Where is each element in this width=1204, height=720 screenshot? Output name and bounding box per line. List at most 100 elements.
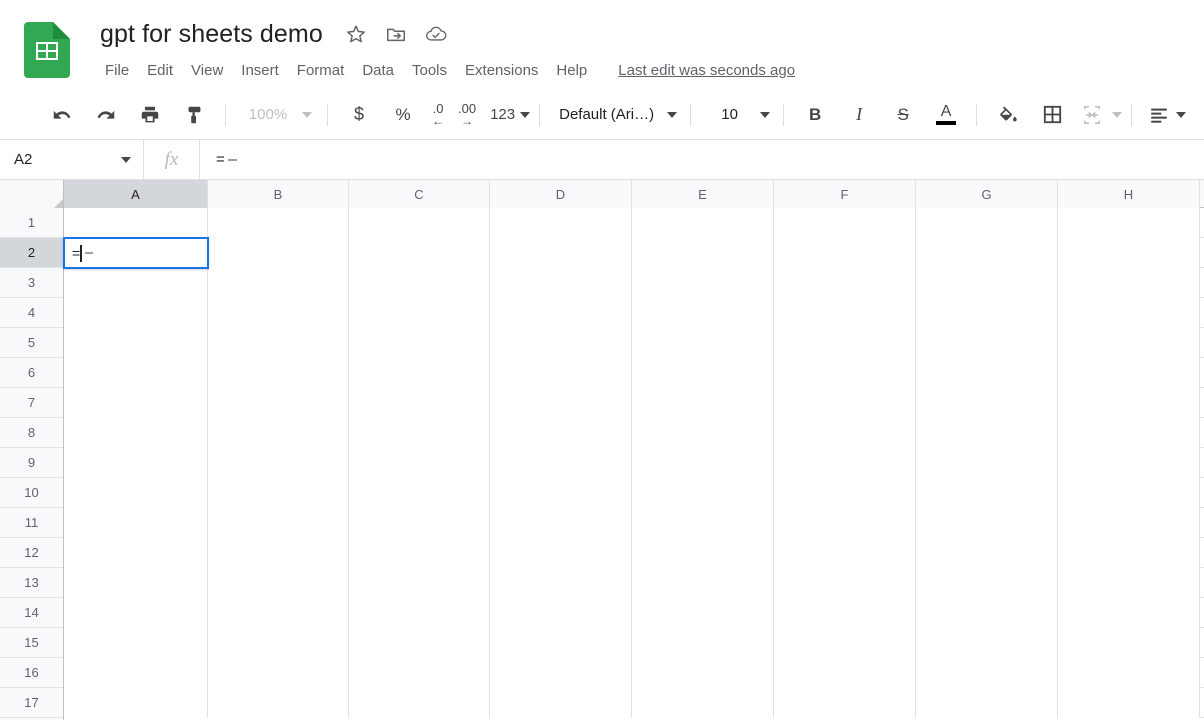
cell-F17[interactable] bbox=[774, 688, 916, 718]
cell-D16[interactable] bbox=[490, 658, 632, 688]
cell-H15[interactable] bbox=[1058, 628, 1200, 658]
cell-E4[interactable] bbox=[632, 298, 774, 328]
cell-C16[interactable] bbox=[349, 658, 490, 688]
column-header-a[interactable]: A bbox=[64, 180, 208, 208]
cell-B12[interactable] bbox=[208, 538, 349, 568]
cell-A12[interactable] bbox=[64, 538, 208, 568]
cell-B6[interactable] bbox=[208, 358, 349, 388]
cell-D10[interactable] bbox=[490, 478, 632, 508]
cell-G12[interactable] bbox=[916, 538, 1058, 568]
format-currency-button[interactable]: $ bbox=[344, 100, 374, 130]
row-header-16[interactable]: 16 bbox=[0, 658, 63, 688]
cell-C9[interactable] bbox=[349, 448, 490, 478]
cell-F8[interactable] bbox=[774, 418, 916, 448]
row-header-10[interactable]: 10 bbox=[0, 478, 63, 508]
menu-item-view[interactable]: View bbox=[182, 59, 232, 83]
cell-C13[interactable] bbox=[349, 568, 490, 598]
cell-G1[interactable] bbox=[916, 208, 1058, 238]
column-header-h[interactable]: H bbox=[1058, 180, 1200, 208]
cell-B17[interactable] bbox=[208, 688, 349, 718]
row-header-3[interactable]: 3 bbox=[0, 268, 63, 298]
cell-A4[interactable] bbox=[64, 298, 208, 328]
menu-item-file[interactable]: File bbox=[100, 59, 138, 83]
row-header-13[interactable]: 13 bbox=[0, 568, 63, 598]
cell-A11[interactable] bbox=[64, 508, 208, 538]
column-header-c[interactable]: C bbox=[349, 180, 490, 208]
cell-E13[interactable] bbox=[632, 568, 774, 598]
row-header-7[interactable]: 7 bbox=[0, 388, 63, 418]
menu-item-format[interactable]: Format bbox=[288, 59, 354, 83]
cell-C1[interactable] bbox=[349, 208, 490, 238]
cell-F4[interactable] bbox=[774, 298, 916, 328]
strikethrough-button[interactable]: S bbox=[888, 100, 918, 130]
cell-D1[interactable] bbox=[490, 208, 632, 238]
cell-editor-a2[interactable]: = bbox=[63, 237, 209, 269]
cell-A8[interactable] bbox=[64, 418, 208, 448]
row-header-15[interactable]: 15 bbox=[0, 628, 63, 658]
cell-H6[interactable] bbox=[1058, 358, 1200, 388]
sheets-logo-wrap[interactable] bbox=[24, 22, 80, 78]
cell-D2[interactable] bbox=[490, 238, 632, 268]
menu-item-insert[interactable]: Insert bbox=[232, 59, 288, 83]
format-percent-button[interactable]: % bbox=[388, 100, 418, 130]
row-header-12[interactable]: 12 bbox=[0, 538, 63, 568]
cell-F15[interactable] bbox=[774, 628, 916, 658]
cell-H12[interactable] bbox=[1058, 538, 1200, 568]
menu-item-data[interactable]: Data bbox=[353, 59, 403, 83]
cell-F1[interactable] bbox=[774, 208, 916, 238]
cell-B8[interactable] bbox=[208, 418, 349, 448]
cell-G13[interactable] bbox=[916, 568, 1058, 598]
cell-G4[interactable] bbox=[916, 298, 1058, 328]
row-header-1[interactable]: 1 bbox=[0, 208, 63, 238]
row-header-14[interactable]: 14 bbox=[0, 598, 63, 628]
cell-F11[interactable] bbox=[774, 508, 916, 538]
cell-G3[interactable] bbox=[916, 268, 1058, 298]
cells-area[interactable]: = bbox=[63, 208, 1204, 720]
menu-item-edit[interactable]: Edit bbox=[138, 59, 182, 83]
chevron-down-icon[interactable] bbox=[1176, 111, 1187, 118]
cell-C12[interactable] bbox=[349, 538, 490, 568]
borders-icon[interactable] bbox=[1037, 100, 1067, 130]
cell-H10[interactable] bbox=[1058, 478, 1200, 508]
cell-B1[interactable] bbox=[208, 208, 349, 238]
cell-A14[interactable] bbox=[64, 598, 208, 628]
cell-A5[interactable] bbox=[64, 328, 208, 358]
paint-format-icon[interactable] bbox=[179, 100, 209, 130]
cell-E17[interactable] bbox=[632, 688, 774, 718]
cell-D11[interactable] bbox=[490, 508, 632, 538]
chevron-down-icon[interactable] bbox=[121, 156, 131, 163]
cell-G16[interactable] bbox=[916, 658, 1058, 688]
cell-B13[interactable] bbox=[208, 568, 349, 598]
cell-H8[interactable] bbox=[1058, 418, 1200, 448]
cell-F5[interactable] bbox=[774, 328, 916, 358]
row-header-8[interactable]: 8 bbox=[0, 418, 63, 448]
cell-A16[interactable] bbox=[64, 658, 208, 688]
cell-A7[interactable] bbox=[64, 388, 208, 418]
cell-A9[interactable] bbox=[64, 448, 208, 478]
cell-E7[interactable] bbox=[632, 388, 774, 418]
cell-E14[interactable] bbox=[632, 598, 774, 628]
cell-C6[interactable] bbox=[349, 358, 490, 388]
cell-A13[interactable] bbox=[64, 568, 208, 598]
cell-E2[interactable] bbox=[632, 238, 774, 268]
row-header-5[interactable]: 5 bbox=[0, 328, 63, 358]
bold-button[interactable]: B bbox=[800, 100, 830, 130]
merge-cells-button[interactable] bbox=[1081, 100, 1123, 130]
cell-B15[interactable] bbox=[208, 628, 349, 658]
cell-F3[interactable] bbox=[774, 268, 916, 298]
column-header-f[interactable]: F bbox=[774, 180, 916, 208]
cell-C3[interactable] bbox=[349, 268, 490, 298]
cell-F12[interactable] bbox=[774, 538, 916, 568]
cell-E5[interactable] bbox=[632, 328, 774, 358]
cell-E12[interactable] bbox=[632, 538, 774, 568]
cell-G8[interactable] bbox=[916, 418, 1058, 448]
cell-A15[interactable] bbox=[64, 628, 208, 658]
increase-decimal-button[interactable]: .00 → bbox=[458, 100, 476, 130]
cell-D5[interactable] bbox=[490, 328, 632, 358]
decrease-decimal-button[interactable]: .0 ← bbox=[432, 100, 444, 130]
undo-icon[interactable] bbox=[47, 100, 77, 130]
cell-C11[interactable] bbox=[349, 508, 490, 538]
cell-H5[interactable] bbox=[1058, 328, 1200, 358]
cell-H1[interactable] bbox=[1058, 208, 1200, 238]
cell-C10[interactable] bbox=[349, 478, 490, 508]
